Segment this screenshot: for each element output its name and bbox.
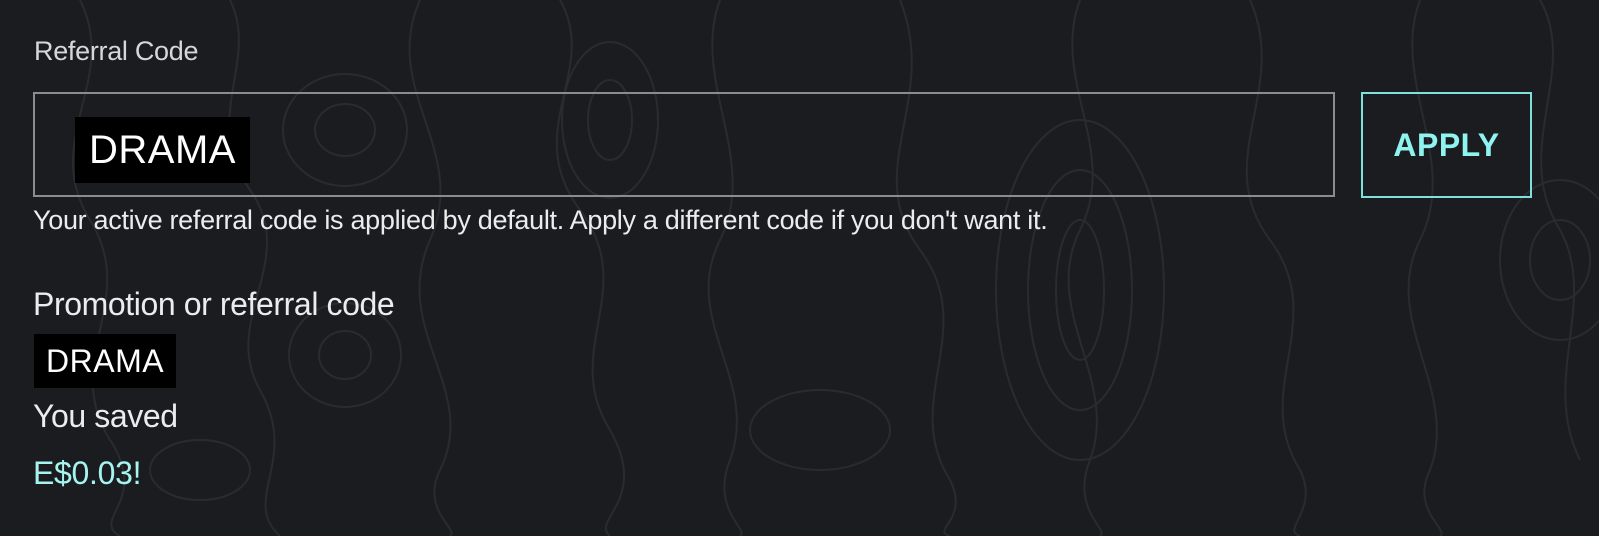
promotion-code-value: DRAMA xyxy=(34,334,177,388)
referral-code-value: DRAMA xyxy=(75,117,250,183)
referral-helper-text: Your active referral code is applied by … xyxy=(33,205,1048,235)
promotion-code-label: Promotion or referral code xyxy=(33,286,395,322)
referral-code-label: Referral Code xyxy=(34,36,199,66)
apply-button[interactable]: APPLY xyxy=(1361,92,1532,198)
savings-amount: E$0.03! xyxy=(33,455,142,491)
referral-panel: Referral Code DRAMA APPLY Your active re… xyxy=(0,0,1599,536)
savings-label: You saved xyxy=(33,398,178,434)
referral-code-input[interactable]: DRAMA xyxy=(33,92,1335,197)
